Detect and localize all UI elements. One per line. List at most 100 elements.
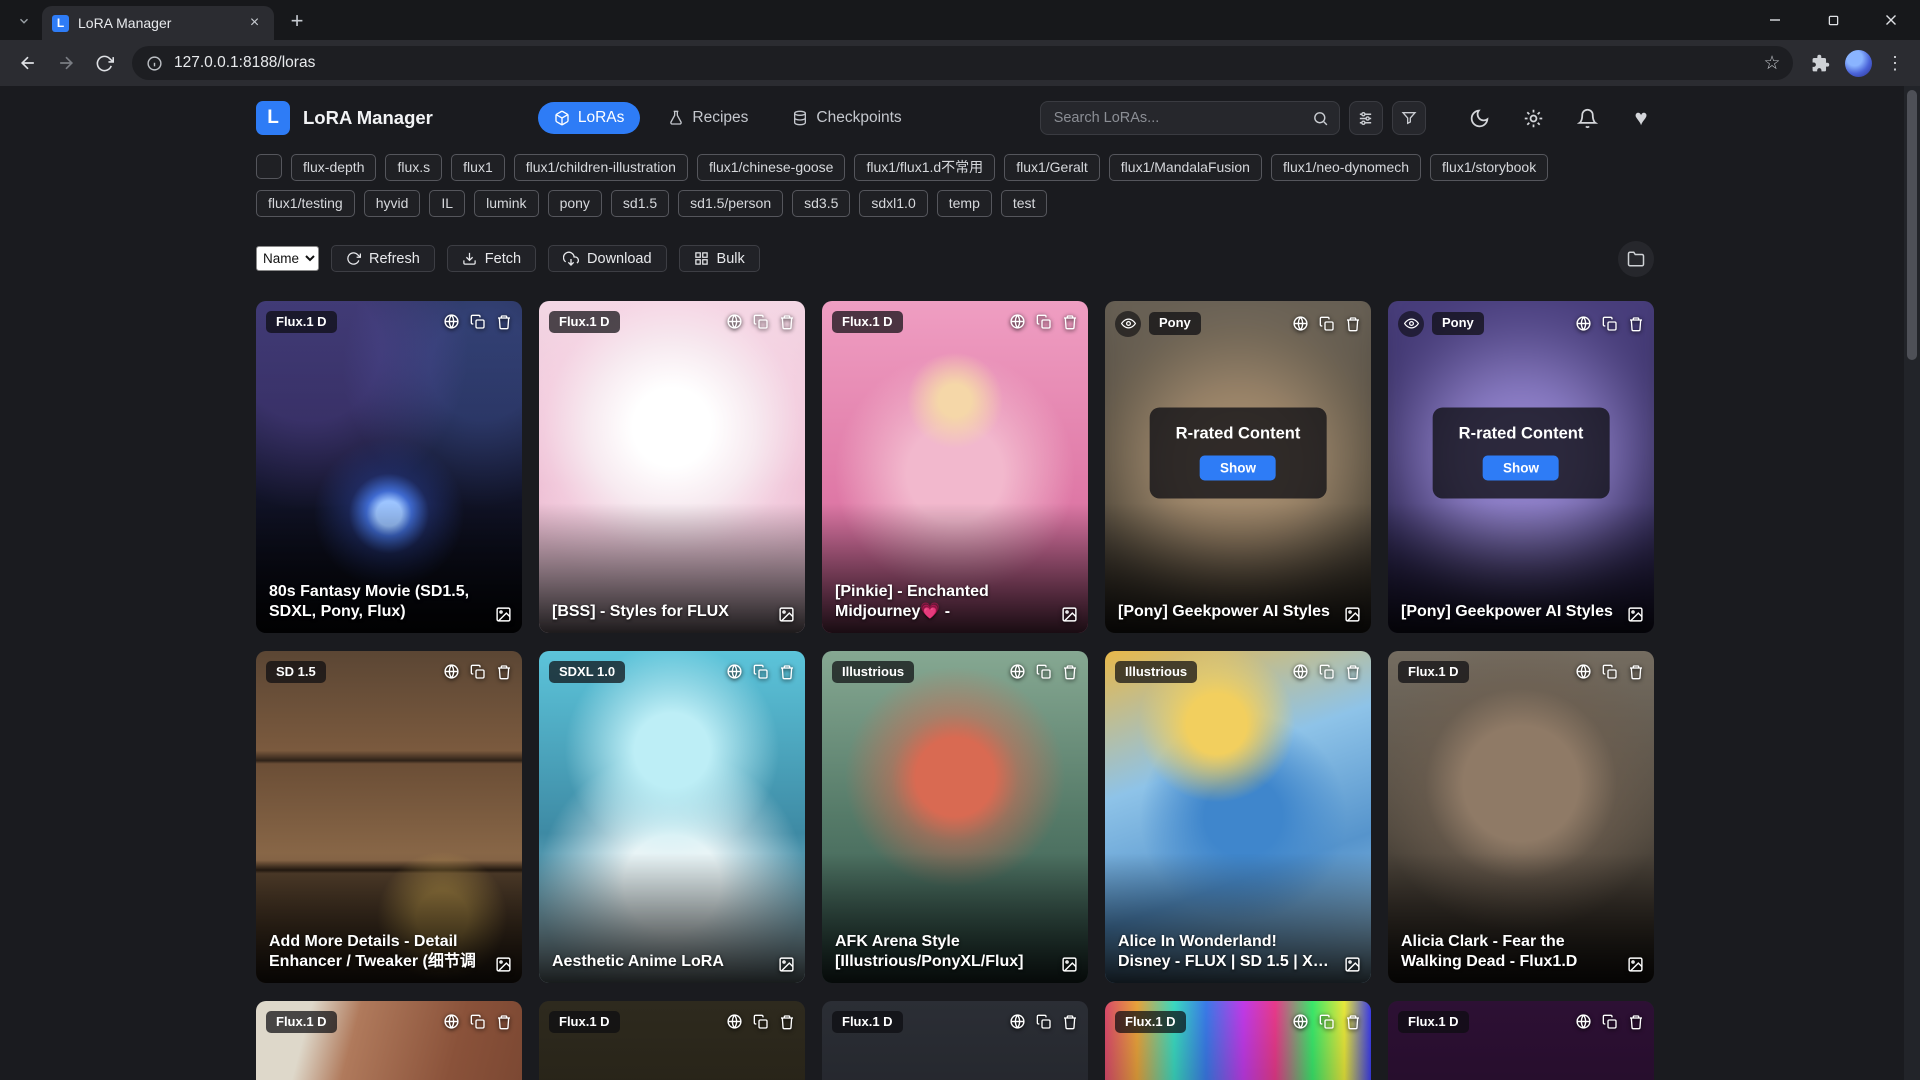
folder-tag[interactable]: sd1.5/person (678, 190, 783, 217)
site-info-icon[interactable] (146, 55, 163, 72)
folder-tag[interactable] (256, 154, 282, 179)
lora-card[interactable]: SD 1.5 Add More Details - Detail Enhance… (256, 651, 522, 983)
delete-icon[interactable] (1345, 664, 1361, 680)
lora-card[interactable]: Flux.1 D (256, 1001, 522, 1080)
window-maximize-button[interactable] (1804, 0, 1862, 40)
sort-select[interactable]: Name (256, 246, 319, 271)
civitai-globe-icon[interactable] (443, 313, 460, 330)
forward-button[interactable] (48, 45, 84, 81)
lora-card[interactable]: SDXL 1.0 Aesthetic Anime LoRA (539, 651, 805, 983)
copy-icon[interactable] (470, 664, 486, 680)
new-tab-button[interactable]: + (282, 6, 312, 36)
folder-tag[interactable]: flux1/children-illustration (514, 154, 688, 181)
copy-icon[interactable] (1602, 664, 1618, 680)
search-input[interactable] (1040, 101, 1340, 135)
lora-card[interactable]: Flux.1 D (822, 1001, 1088, 1080)
tab-recipes[interactable]: Recipes (652, 102, 764, 134)
folder-tag[interactable]: lumink (474, 190, 538, 217)
civitai-globe-icon[interactable] (1292, 315, 1309, 332)
back-button[interactable] (10, 45, 46, 81)
delete-icon[interactable] (779, 1014, 795, 1030)
civitai-globe-icon[interactable] (443, 1013, 460, 1030)
lora-card[interactable]: Flux.1 D (539, 1001, 805, 1080)
delete-icon[interactable] (496, 664, 512, 680)
preview-image-icon[interactable] (495, 956, 512, 973)
delete-icon[interactable] (1345, 1014, 1361, 1030)
folder-tag[interactable]: temp (937, 190, 992, 217)
preview-image-icon[interactable] (1344, 606, 1361, 623)
copy-icon[interactable] (1319, 664, 1335, 680)
folder-tag[interactable]: sdxl1.0 (859, 190, 927, 217)
folder-tag[interactable]: flux.s (385, 154, 442, 181)
open-folder-button[interactable] (1618, 241, 1654, 277)
eye-icon-button[interactable] (1115, 311, 1141, 337)
folder-tag[interactable]: flux1/neo-dynomech (1271, 154, 1421, 181)
filter-button[interactable] (1392, 101, 1426, 135)
preview-image-icon[interactable] (495, 606, 512, 623)
delete-icon[interactable] (1062, 1014, 1078, 1030)
browser-tab[interactable]: L LoRA Manager × (42, 6, 274, 40)
civitai-globe-icon[interactable] (726, 663, 743, 680)
delete-icon[interactable] (1628, 316, 1644, 332)
folder-tag[interactable]: flux1/Geralt (1004, 154, 1100, 181)
lora-card[interactable]: Flux.1 D (1388, 1001, 1654, 1080)
folder-tag[interactable]: flux1/flux1.d不常用 (854, 154, 995, 181)
lora-card[interactable]: Flux.1 D [Pinkie] - Enchanted Midjourney… (822, 301, 1088, 633)
scrollbar-thumb[interactable] (1907, 90, 1917, 360)
lora-card[interactable]: Flux.1 D [BSS] - Styles for FLUX (539, 301, 805, 633)
folder-tag[interactable]: IL (429, 190, 465, 217)
theme-toggle-button[interactable] (1464, 103, 1494, 133)
copy-icon[interactable] (1036, 314, 1052, 330)
folder-tag[interactable]: flux-depth (291, 154, 376, 181)
civitai-globe-icon[interactable] (1292, 663, 1309, 680)
bookmark-star-icon[interactable]: ☆ (1757, 48, 1787, 78)
folder-tag[interactable]: flux1/testing (256, 190, 355, 217)
download-button[interactable]: Download (548, 245, 667, 272)
scrollbar[interactable] (1904, 86, 1920, 1080)
lora-card[interactable]: Flux.1 D 80s Fantasy Movie (SD1.5, SDXL,… (256, 301, 522, 633)
folder-tag[interactable]: hyvid (364, 190, 421, 217)
folder-tag[interactable]: flux1/storybook (1430, 154, 1548, 181)
civitai-globe-icon[interactable] (1009, 663, 1026, 680)
delete-icon[interactable] (496, 1014, 512, 1030)
preview-image-icon[interactable] (1344, 956, 1361, 973)
delete-icon[interactable] (779, 664, 795, 680)
civitai-globe-icon[interactable] (1009, 1013, 1026, 1030)
extensions-icon[interactable] (1803, 46, 1837, 80)
copy-icon[interactable] (1036, 1014, 1052, 1030)
tab-checkpoints[interactable]: Checkpoints (776, 102, 917, 134)
tab-search-button[interactable] (8, 6, 40, 36)
refresh-button[interactable]: Refresh (331, 245, 435, 272)
folder-tag[interactable]: test (1001, 190, 1048, 217)
delete-icon[interactable] (1062, 314, 1078, 330)
delete-icon[interactable] (1062, 664, 1078, 680)
folder-tag[interactable]: flux1/MandalaFusion (1109, 154, 1262, 181)
delete-icon[interactable] (1345, 316, 1361, 332)
reload-button[interactable] (86, 45, 122, 81)
delete-icon[interactable] (1628, 1014, 1644, 1030)
lora-card[interactable]: Flux.1 D Alicia Clark - Fear the Walking… (1388, 651, 1654, 983)
favorites-button[interactable]: ♥ (1626, 103, 1656, 133)
fetch-button[interactable]: Fetch (447, 245, 536, 272)
delete-icon[interactable] (1628, 664, 1644, 680)
tab-loras[interactable]: LoRAs (538, 102, 641, 134)
copy-icon[interactable] (1319, 1014, 1335, 1030)
civitai-globe-icon[interactable] (1575, 1013, 1592, 1030)
delete-icon[interactable] (779, 314, 795, 330)
civitai-globe-icon[interactable] (1575, 663, 1592, 680)
civitai-globe-icon[interactable] (726, 313, 743, 330)
folder-tag[interactable]: flux1 (451, 154, 505, 181)
search-options-button[interactable] (1349, 101, 1383, 135)
civitai-globe-icon[interactable] (726, 1013, 743, 1030)
preview-image-icon[interactable] (778, 606, 795, 623)
folder-tag[interactable]: flux1/chinese-goose (697, 154, 846, 181)
url-text[interactable]: 127.0.0.1:8188/loras (174, 54, 1746, 72)
preview-image-icon[interactable] (1061, 956, 1078, 973)
window-close-button[interactable] (1862, 0, 1920, 40)
copy-icon[interactable] (1036, 664, 1052, 680)
delete-icon[interactable] (496, 314, 512, 330)
search-icon[interactable] (1309, 106, 1333, 130)
lora-card[interactable]: Illustrious AFK Arena Style [Illustrious… (822, 651, 1088, 983)
lora-card[interactable]: Pony R-rated Content Show [Pony] Geekpow… (1388, 301, 1654, 633)
copy-icon[interactable] (470, 314, 486, 330)
